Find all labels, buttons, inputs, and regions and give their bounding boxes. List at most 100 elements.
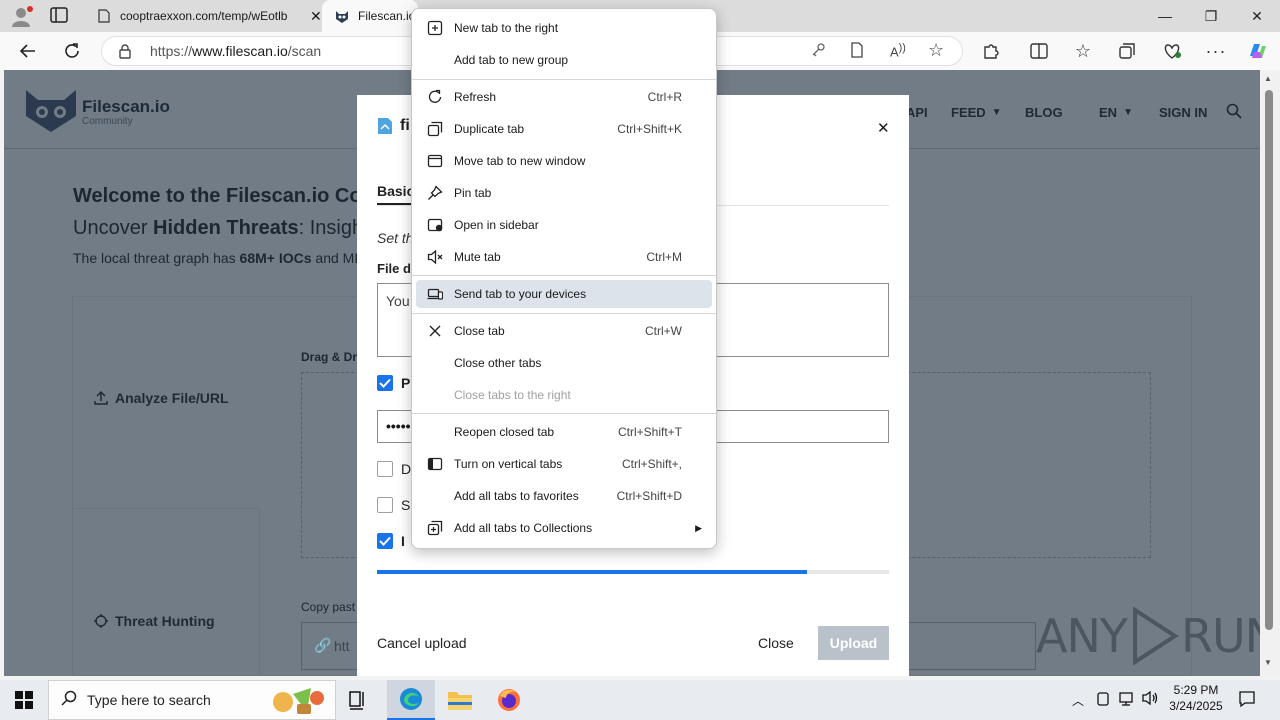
sidebar-item-analyze[interactable]: Analyze File/URL bbox=[93, 390, 229, 406]
watermark-left: ANY bbox=[1036, 609, 1128, 663]
owl-logo-icon bbox=[26, 90, 76, 132]
mute-icon bbox=[426, 248, 444, 266]
nav-blog[interactable]: BLOG bbox=[1025, 105, 1063, 120]
browser-essentials-button[interactable] bbox=[1158, 37, 1186, 65]
option-d-checkbox[interactable] bbox=[377, 461, 393, 477]
nav-api[interactable]: API bbox=[906, 105, 928, 120]
collections-button[interactable] bbox=[1113, 37, 1141, 65]
minimize-button[interactable]: — bbox=[1142, 0, 1188, 32]
nav-feed[interactable]: FEED ▼ bbox=[951, 105, 1002, 120]
menu-close-tab[interactable]: Close tab Ctrl+W bbox=[416, 317, 712, 345]
close-button[interactable]: Close bbox=[758, 635, 794, 651]
menu-mute-tab[interactable]: Mute tab Ctrl+M bbox=[416, 243, 712, 271]
taskbar-firefox[interactable] bbox=[485, 680, 533, 720]
logo-subtitle: Community bbox=[82, 116, 133, 127]
split-screen-button[interactable] bbox=[1025, 37, 1053, 65]
folder-icon bbox=[448, 692, 472, 710]
read-aloud-icon[interactable]: A)) bbox=[890, 42, 906, 59]
key-icon[interactable] bbox=[810, 42, 826, 63]
profile-avatar[interactable] bbox=[10, 5, 34, 27]
menu-pin-tab[interactable]: Pin tab bbox=[416, 179, 712, 207]
restore-button[interactable]: ❐ bbox=[1188, 0, 1234, 32]
taskbar-search[interactable]: Type here to search bbox=[48, 680, 336, 720]
copilot-button[interactable] bbox=[1243, 37, 1271, 65]
nav-language[interactable]: EN ▼ bbox=[1099, 105, 1133, 120]
logo-name: Filescan.io bbox=[82, 97, 170, 116]
menu-add-to-group[interactable]: Add tab to new group bbox=[416, 46, 712, 74]
scroll-up-icon[interactable]: ▲ bbox=[1264, 74, 1272, 83]
search-icon[interactable] bbox=[1226, 103, 1242, 124]
lock-icon[interactable] bbox=[118, 43, 132, 64]
tray-volume-icon[interactable] bbox=[1142, 690, 1160, 711]
tab-basic[interactable]: Basic bbox=[377, 183, 414, 199]
restore-icon: ❐ bbox=[1204, 7, 1218, 24]
back-button[interactable] bbox=[14, 37, 42, 65]
check-icon bbox=[379, 536, 391, 546]
password-checkbox[interactable] bbox=[377, 375, 393, 391]
taskbar-edge[interactable] bbox=[387, 680, 435, 720]
crosshair-icon bbox=[94, 614, 108, 628]
settings-more-button[interactable]: ··· bbox=[1202, 37, 1230, 65]
app-available-icon[interactable] bbox=[850, 42, 864, 63]
windows-logo-icon bbox=[15, 691, 33, 709]
collections-icon bbox=[1119, 43, 1135, 59]
tray-clock[interactable]: 5:29 PM 3/24/2025 bbox=[1164, 683, 1228, 713]
option-s-checkbox[interactable] bbox=[377, 497, 393, 513]
tab-title: Filescan.io bbox=[358, 9, 416, 23]
menu-move-to-new-window[interactable]: Move tab to new window bbox=[416, 147, 712, 175]
tray-network-icon[interactable] bbox=[1119, 691, 1137, 712]
modal-close-icon[interactable]: ✕ bbox=[877, 119, 890, 137]
search-icon bbox=[61, 690, 77, 711]
tab-filescan[interactable]: Filescan.io bbox=[322, 0, 418, 32]
extensions-button[interactable] bbox=[977, 37, 1005, 65]
menu-close-other-tabs[interactable]: Close other tabs bbox=[416, 349, 712, 377]
close-tab-icon[interactable]: ✕ bbox=[310, 8, 322, 25]
tab-actions-button[interactable] bbox=[50, 7, 70, 25]
sidebar-item-threat-hunting[interactable]: Threat Hunting bbox=[93, 613, 215, 629]
sidebar-panel bbox=[72, 508, 260, 676]
tab-actions-icon bbox=[50, 7, 68, 23]
menu-send-to-devices[interactable]: Send tab to your devices bbox=[416, 280, 712, 308]
play-triangle-icon bbox=[1132, 606, 1179, 666]
favorite-star-icon[interactable]: ☆ bbox=[928, 40, 944, 61]
menu-add-all-collections[interactable]: Add all tabs to Collections ▶ bbox=[416, 514, 712, 542]
option-i-checkbox[interactable] bbox=[377, 533, 393, 549]
menu-vertical-tabs[interactable]: Turn on vertical tabs Ctrl+Shift+, bbox=[416, 450, 712, 478]
menu-duplicate-tab[interactable]: Duplicate tab Ctrl+Shift+K bbox=[416, 115, 712, 143]
nav-sign-in[interactable]: SIGN IN bbox=[1159, 105, 1207, 120]
close-icon bbox=[426, 322, 444, 340]
tab-cooptraexxon[interactable]: cooptraexxon.com/temp/wEotlb ✕ bbox=[84, 0, 322, 32]
start-button[interactable] bbox=[0, 680, 48, 720]
url-input-value: htt bbox=[334, 638, 350, 654]
more-dots-icon: ··· bbox=[1205, 40, 1227, 61]
filescan-logo[interactable] bbox=[24, 86, 78, 134]
close-window-button[interactable]: ✕ bbox=[1234, 0, 1280, 32]
scroll-thumb[interactable] bbox=[1265, 90, 1273, 630]
menu-separator bbox=[412, 313, 716, 314]
option-d-label: D bbox=[401, 461, 412, 477]
menu-open-in-sidebar[interactable]: Open in sidebar bbox=[416, 211, 712, 239]
menu-add-all-favorites[interactable]: Add all tabs to favorites Ctrl+Shift+D bbox=[416, 482, 712, 510]
menu-reopen-closed-tab[interactable]: Reopen closed tab Ctrl+Shift+T bbox=[416, 418, 712, 446]
menu-new-tab-right[interactable]: New tab to the right bbox=[416, 14, 712, 42]
refresh-button[interactable] bbox=[58, 37, 86, 65]
tray-chevron-up-icon[interactable]: ︿ bbox=[1072, 692, 1084, 709]
threat-graph-text: The local threat graph has 68M+ IOCs and… bbox=[73, 250, 365, 266]
close-icon: ✕ bbox=[1251, 7, 1263, 24]
tab-title: cooptraexxon.com/temp/wEotlb bbox=[120, 9, 288, 23]
task-view-button[interactable] bbox=[346, 688, 370, 717]
submenu-arrow-icon: ▶ bbox=[695, 522, 702, 533]
favorites-button[interactable]: ☆ bbox=[1069, 37, 1097, 65]
page-icon bbox=[96, 8, 112, 24]
menu-refresh[interactable]: Refresh Ctrl+R bbox=[416, 83, 712, 111]
cancel-upload-button[interactable]: Cancel upload bbox=[377, 635, 467, 651]
textarea-value: You bbox=[386, 293, 410, 309]
tray-device-icon[interactable] bbox=[1096, 691, 1110, 712]
menu-separator bbox=[412, 413, 716, 414]
scroll-down-icon[interactable]: ▼ bbox=[1264, 658, 1272, 667]
taskbar-file-explorer[interactable] bbox=[436, 680, 484, 720]
drag-drop-label: Drag & Dr bbox=[301, 350, 358, 364]
upload-button[interactable]: Upload bbox=[818, 626, 889, 660]
option-s-label: S bbox=[401, 497, 411, 513]
notification-center-button[interactable] bbox=[1238, 690, 1256, 713]
